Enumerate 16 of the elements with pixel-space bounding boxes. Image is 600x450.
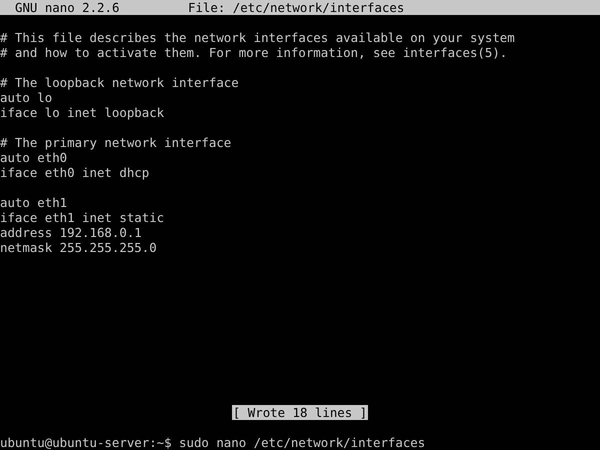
code-line: # This file describes the network interfaces available on your system xyxy=(0,30,515,45)
code-line: # and how to activate them. For more information, see interfaces(5). xyxy=(0,45,508,60)
code-line: # The primary network interface xyxy=(0,135,232,150)
code-line: # The loopback network interface xyxy=(0,75,239,90)
code-line: auto lo xyxy=(0,90,52,105)
code-line: iface lo inet loopback xyxy=(0,105,164,120)
file-name: File: /etc/network/interfaces xyxy=(188,0,404,15)
code-line: auto eth1 xyxy=(0,195,68,210)
code-line: iface eth1 inet static xyxy=(0,210,164,225)
code-line: iface eth0 inet dhcp xyxy=(0,165,150,180)
code-line: address 192.168.0.1 xyxy=(0,225,142,240)
status-message: [ Wrote 18 lines ] xyxy=(232,405,368,420)
app-version: GNU nano 2.2.6 xyxy=(15,0,120,15)
code-line: netmask 255.255.255.0 xyxy=(0,240,157,255)
shell-prompt: ubuntu@ubuntu-server:~$ sudo nano /etc/network/interfaces xyxy=(0,435,426,450)
code-line: auto eth0 xyxy=(0,150,68,165)
